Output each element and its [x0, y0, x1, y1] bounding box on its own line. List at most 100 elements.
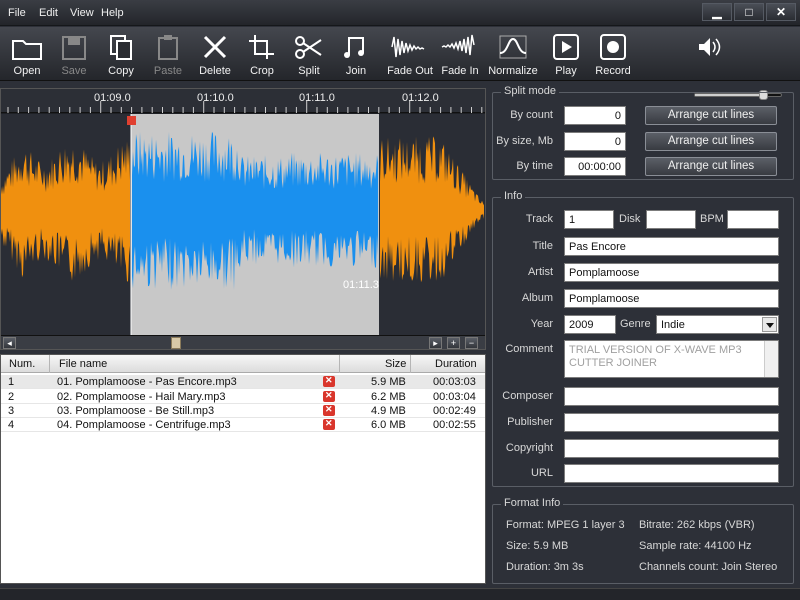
track-label: Track [525, 213, 553, 225]
row-duration: 00:02:55 [433, 419, 476, 431]
column-num[interactable]: Num. [9, 358, 35, 370]
comment-label: Comment [505, 343, 553, 355]
maximize-button[interactable]: □ [734, 3, 764, 21]
zoom-out-button[interactable]: − [465, 337, 478, 349]
timeline-label: 01:09.0 [94, 92, 131, 104]
comment-text: TRIAL VERSION OF X-WAVE MP3 CUTTER JOINE… [569, 344, 742, 369]
column-duration[interactable]: Duration [435, 358, 477, 370]
close-button[interactable]: ✕ [766, 3, 796, 21]
format-info-title: Format Info [501, 497, 564, 509]
menu-help[interactable]: Help [101, 7, 124, 19]
column-file-name[interactable]: File name [59, 358, 107, 370]
row-num: 1 [8, 376, 15, 388]
remove-icon[interactable] [323, 404, 335, 416]
speaker-icon [699, 38, 721, 56]
column-size[interactable]: Size [385, 358, 406, 370]
menu-file[interactable]: File [8, 7, 26, 19]
cursor-time-readout: 01:11.3 [343, 279, 379, 291]
play-icon [553, 34, 579, 60]
arrange-cut-lines-count-button[interactable]: Arrange cut lines [645, 106, 777, 125]
split-mode-group: Split mode By count 0 Arrange cut lines … [492, 85, 794, 180]
arrange-cut-lines-size-button[interactable]: Arrange cut lines [645, 132, 777, 151]
normalize-icon [499, 35, 527, 59]
column-divider [410, 355, 411, 373]
row-size: 5.9 MB [371, 376, 406, 388]
bpm-input[interactable] [727, 210, 779, 229]
row-file-name: 02. Pomplamoose - Hail Mary.mp3 [57, 391, 226, 403]
cursor-marker[interactable] [127, 116, 136, 125]
waveform-scrollbar[interactable]: ◂ ▸ + − [1, 335, 485, 349]
year-input[interactable]: 2009 [564, 315, 616, 334]
minus-icon: − [468, 338, 475, 348]
status-bar [0, 588, 800, 600]
row-file-name: 03. Pomplamoose - Be Still.mp3 [57, 405, 215, 417]
scroll-right-button[interactable]: ▸ [429, 337, 442, 349]
chevron-down-icon[interactable] [762, 317, 777, 332]
by-time-label: By time [516, 160, 553, 172]
record-icon [600, 34, 626, 60]
fade-out-icon [391, 36, 425, 58]
copy-icon [110, 35, 132, 60]
scroll-thumb[interactable] [171, 337, 181, 349]
fade-out-button[interactable]: Fade Out [385, 29, 435, 79]
duration-text: Duration: 3m 3s [506, 561, 584, 573]
column-divider [49, 355, 50, 373]
table-row[interactable]: 4 04. Pomplamoose - Centrifuge.mp3 6.0 M… [1, 418, 485, 432]
artist-label: Artist [527, 266, 553, 278]
record-button[interactable]: Record [588, 29, 638, 79]
by-size-input[interactable]: 0 [564, 132, 626, 151]
zoom-in-button[interactable]: + [447, 337, 460, 349]
by-count-input[interactable]: 0 [564, 106, 626, 125]
album-input[interactable]: Pomplamoose [564, 289, 779, 308]
copyright-input[interactable] [564, 439, 779, 458]
row-duration: 00:02:49 [433, 405, 476, 417]
crop-icon [249, 35, 274, 59]
normalize-button[interactable]: Normalize [488, 29, 538, 79]
comment-textarea[interactable]: TRIAL VERSION OF X-WAVE MP3 CUTTER JOINE… [564, 340, 779, 378]
composer-input[interactable] [564, 387, 779, 406]
arrow-right-icon: ▸ [433, 338, 438, 348]
row-num: 3 [8, 405, 15, 417]
row-file-name: 01. Pomplamoose - Pas Encore.mp3 [57, 376, 237, 388]
table-row[interactable]: 1 01. Pomplamoose - Pas Encore.mp3 5.9 M… [1, 375, 485, 389]
row-file-name: 04. Pomplamoose - Centrifuge.mp3 [57, 419, 231, 431]
row-num: 4 [8, 419, 15, 431]
timeline-label: 01:12.0 [402, 92, 439, 104]
info-title: Info [501, 190, 526, 202]
join-label: Join [345, 65, 367, 77]
file-list-header: Num. File name Size Duration [1, 355, 485, 373]
menu-view[interactable]: View [70, 7, 94, 19]
artist-input[interactable]: Pomplamoose [564, 263, 779, 282]
fade-in-button[interactable]: Fade In [435, 29, 485, 79]
size-text: Size: 5.9 MB [506, 540, 569, 552]
remove-icon[interactable] [323, 418, 335, 430]
sample-rate-text: Sample rate: 44100 Hz [639, 540, 752, 552]
genre-label: Genre [620, 318, 651, 330]
timeline-label: 01:10.0 [197, 92, 234, 104]
table-row[interactable]: 2 02. Pomplamoose - Hail Mary.mp3 6.2 MB… [1, 390, 485, 404]
arrange-cut-lines-time-button[interactable]: Arrange cut lines [645, 157, 777, 176]
remove-icon[interactable] [323, 390, 335, 402]
table-row[interactable]: 3 03. Pomplamoose - Be Still.mp3 4.9 MB … [1, 404, 485, 418]
remove-icon[interactable] [323, 375, 335, 387]
disk-input[interactable] [646, 210, 696, 229]
minimize-button[interactable]: ▁ [702, 3, 732, 21]
maximize-icon: □ [745, 5, 753, 19]
url-label: URL [530, 467, 553, 479]
url-input[interactable] [564, 464, 779, 483]
track-input[interactable]: 1 [564, 210, 614, 229]
by-time-input[interactable]: 00:00:00 [564, 157, 626, 176]
toolbar: Open Save Copy Paste Delete Crop Split J… [0, 27, 800, 100]
comment-scrollbar[interactable] [764, 341, 778, 377]
waveform-panel: 01:09.0 01:10.0 01:11.0 01:12.0 01:11.3 … [0, 88, 486, 350]
publisher-input[interactable] [564, 413, 779, 432]
waveform-canvas[interactable]: 01:11.3 [1, 114, 485, 336]
menu-edit[interactable]: Edit [39, 7, 58, 19]
join-button[interactable]: Join [331, 29, 381, 79]
genre-select[interactable]: Indie [656, 315, 779, 334]
row-num: 2 [8, 391, 15, 403]
window-controls: ▁ □ ✕ [702, 3, 796, 23]
scroll-left-button[interactable]: ◂ [3, 337, 16, 349]
paste-icon [158, 35, 178, 60]
title-input[interactable]: Pas Encore [564, 237, 779, 256]
